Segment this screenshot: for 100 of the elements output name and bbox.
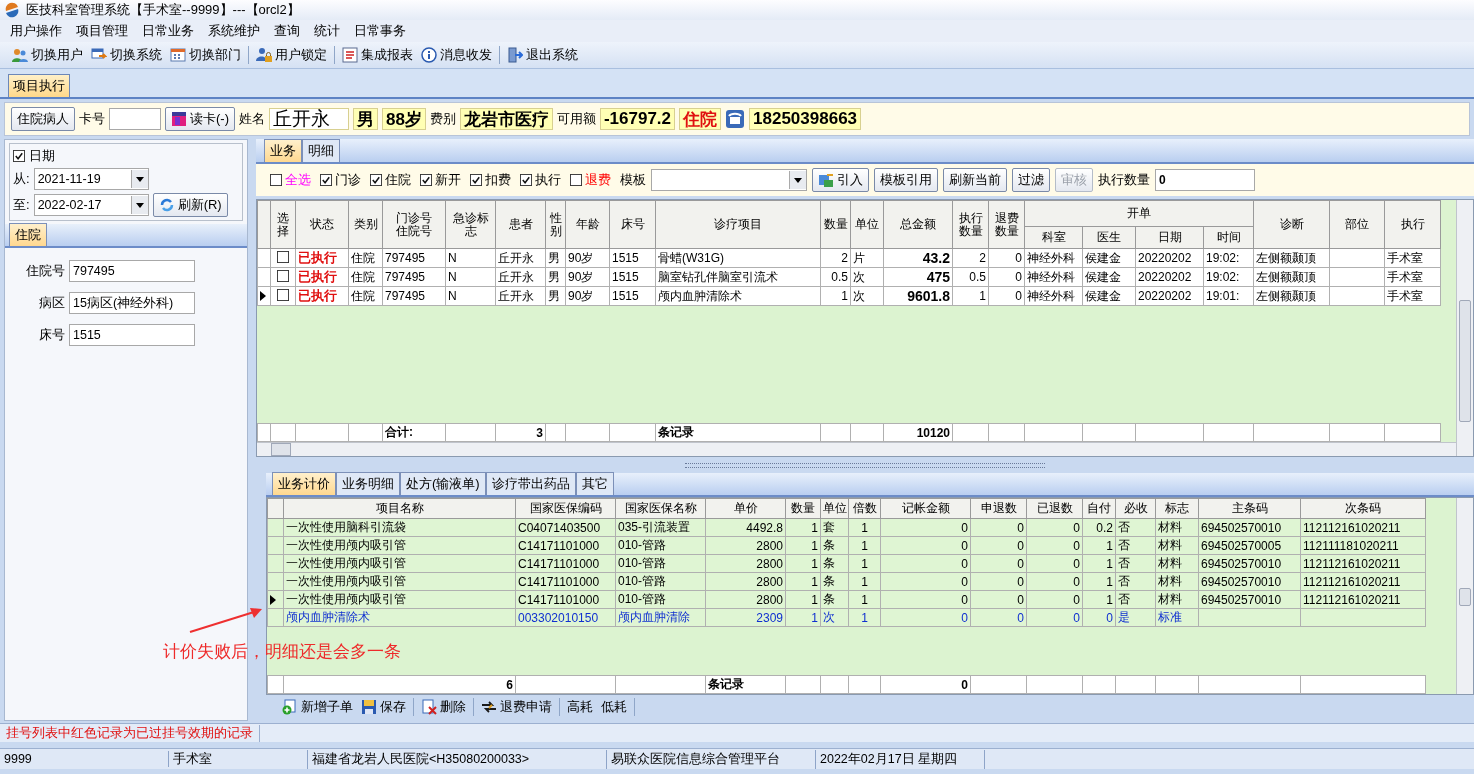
user-swap-icon: [12, 47, 28, 63]
column-header: 数量: [820, 200, 851, 249]
toolbar-button[interactable]: 低耗: [597, 696, 631, 718]
checkbox[interactable]: [370, 174, 382, 186]
toolbar-button[interactable]: 过滤: [1012, 168, 1050, 192]
tab[interactable]: 业务: [264, 139, 302, 162]
menu-item[interactable]: 系统维护: [202, 20, 266, 42]
balance-field[interactable]: -16797.2: [599, 108, 676, 130]
checkbox-label: 住院: [385, 171, 411, 189]
toolbar-button[interactable]: 保存: [357, 696, 410, 718]
fee-type-field[interactable]: 龙岩市医疗: [459, 108, 553, 130]
input-field[interactable]: 15病区(神经外科): [69, 292, 195, 314]
toolbar-button[interactable]: 新增子单: [278, 696, 357, 718]
dropdown-arrow-icon: [794, 177, 802, 183]
phone-field[interactable]: 18250398663: [749, 108, 862, 130]
tab[interactable]: 项目执行: [8, 74, 70, 97]
date-field[interactable]: 2021-11-19: [33, 168, 149, 190]
checkbox-label: 日期: [29, 147, 55, 165]
column-header: 国家医保名称: [615, 498, 706, 519]
field-label: 执行数量: [1098, 171, 1150, 189]
tab[interactable]: 业务明细: [336, 472, 400, 495]
patient-type-button[interactable]: 住院病人: [11, 107, 75, 131]
menu-item[interactable]: 统计: [308, 20, 346, 42]
notice-text: 挂号列表中红色记录为已过挂号效期的记录: [0, 724, 260, 742]
status-item: 福建省龙岩人民医院<H35080200033>: [308, 749, 607, 769]
menu-item[interactable]: 日常业务: [136, 20, 200, 42]
footer-cell: 6: [283, 675, 516, 694]
card-reader-icon: [171, 111, 187, 127]
checkbox[interactable]: [277, 269, 289, 282]
column-header: 类别: [348, 200, 383, 249]
field-label: 卡号: [79, 110, 105, 128]
field-label: 姓名: [239, 110, 265, 128]
checkbox[interactable]: [13, 150, 25, 162]
footer-cell: 条记录: [655, 423, 821, 442]
menu-item[interactable]: 查询: [268, 20, 306, 42]
column-header: 申退数: [970, 498, 1027, 519]
status-item: 手术室: [169, 749, 308, 769]
status-field[interactable]: 住院: [679, 108, 722, 130]
toolbar-button[interactable]: 用户锁定: [252, 44, 331, 66]
tab[interactable]: 处方(输液单): [400, 472, 486, 495]
checkbox[interactable]: [320, 174, 332, 186]
tab[interactable]: 明细: [302, 139, 340, 162]
toolbar-button[interactable]: 退出系统: [503, 44, 582, 66]
toolbar-button[interactable]: 模板引用: [874, 168, 938, 192]
date-field[interactable]: 2022-02-17: [33, 194, 149, 216]
column-header: 年龄: [565, 200, 610, 249]
field-label: 床号: [38, 326, 65, 344]
column-header: 退费数量: [988, 200, 1025, 249]
toolbar-button[interactable]: 切换用户: [8, 44, 87, 66]
column-header: 项目名称: [283, 498, 516, 519]
menu-item[interactable]: 日常事务: [348, 20, 412, 42]
name-field[interactable]: 丘开永: [269, 108, 349, 130]
tab[interactable]: 诊疗带出药品: [485, 472, 576, 495]
column-header: 开单: [1024, 200, 1254, 227]
checkbox[interactable]: [270, 174, 282, 186]
toolbar-button[interactable]: 退费申请: [477, 696, 556, 718]
column-header: 总金额: [883, 200, 953, 249]
checkbox[interactable]: [277, 250, 289, 263]
checkbox[interactable]: [277, 288, 289, 301]
tab[interactable]: 住院: [9, 223, 47, 246]
toolbar-button[interactable]: 集成报表: [338, 44, 417, 66]
column-header: 选择: [270, 200, 296, 249]
footer-cell: 10120: [883, 423, 953, 442]
age-field[interactable]: 88岁: [382, 108, 426, 130]
column-header: 执行: [1384, 200, 1441, 249]
column-header: 性别: [545, 200, 566, 249]
input-field[interactable]: 797495: [69, 260, 195, 282]
refresh-icon: [158, 197, 175, 213]
column-header: 倍数: [848, 498, 881, 519]
toolbar-button[interactable]: 刷新当前: [943, 168, 1007, 192]
column-header: 主条码: [1198, 498, 1301, 519]
sex-field[interactable]: 男: [353, 108, 378, 130]
field-label: 可用额: [556, 110, 596, 128]
save-icon: [361, 699, 377, 715]
toolbar-button[interactable]: 消息收发: [417, 44, 496, 66]
input-field[interactable]: 1515: [69, 324, 195, 346]
card-field[interactable]: [109, 108, 161, 130]
field-label: 住院号: [25, 262, 65, 280]
current-row-icon: [260, 291, 266, 301]
column-header: 急诊标志: [445, 200, 496, 249]
checkbox[interactable]: [420, 174, 432, 186]
menu-item[interactable]: 用户操作: [4, 20, 68, 42]
checkbox[interactable]: [470, 174, 482, 186]
menu-item[interactable]: 项目管理: [70, 20, 134, 42]
toolbar-button[interactable]: 删除: [417, 696, 470, 718]
swap-arrows-icon: [481, 699, 497, 715]
checkbox[interactable]: [520, 174, 532, 186]
toolbar-button[interactable]: 切换系统: [87, 44, 166, 66]
count-field[interactable]: 0: [1155, 169, 1255, 191]
report-icon: [342, 47, 358, 63]
column-header: 已退数: [1026, 498, 1083, 519]
toolbar-button[interactable]: 切换部门: [166, 44, 245, 66]
tab[interactable]: 业务计价: [272, 472, 336, 495]
column-header: 患者: [495, 200, 546, 249]
refresh-button[interactable]: 刷新(R): [152, 193, 228, 217]
toolbar-button[interactable]: 高耗: [563, 696, 597, 718]
read-card-button[interactable]: 读卡(-): [165, 107, 235, 131]
checkbox[interactable]: [570, 174, 582, 186]
tab[interactable]: 其它: [575, 472, 614, 495]
toolbar-button[interactable]: 引入: [812, 168, 869, 192]
